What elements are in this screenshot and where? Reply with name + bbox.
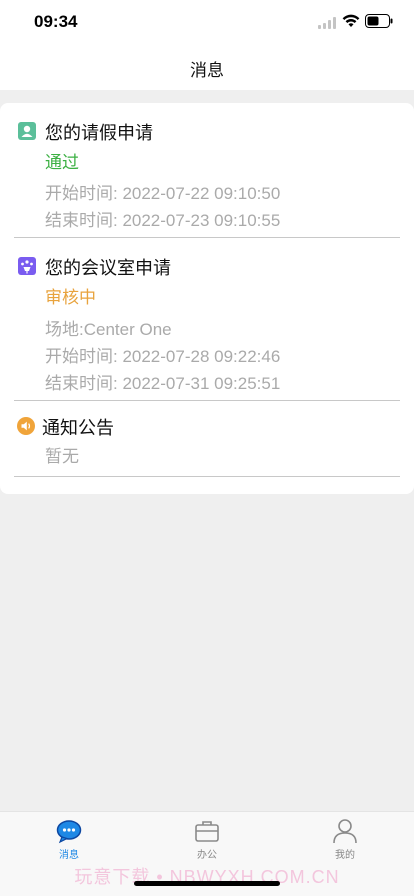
person-icon	[333, 819, 357, 844]
tab-messages-label: 消息	[59, 850, 79, 861]
notice-content: 暂无	[45, 447, 79, 466]
meeting-end-time: 结束时间: 2022-07-31 09:25:51	[45, 374, 281, 393]
meeting-request-item[interactable]: 您的会议室申请 审核中 场地:Center One 开始时间: 2022-07-…	[14, 238, 400, 401]
leave-request-title: 您的请假申请	[45, 123, 153, 143]
tab-messages[interactable]: 消息	[0, 812, 138, 862]
chat-bubble-icon	[56, 820, 82, 844]
status-time: 09:34	[34, 12, 78, 31]
page-title: 消息	[190, 61, 224, 80]
briefcase-icon	[195, 821, 219, 842]
tab-office-label: 办公	[197, 850, 217, 861]
person-badge-icon	[18, 122, 36, 140]
meeting-start-time: 开始时间: 2022-07-28 09:22:46	[45, 347, 281, 366]
battery-icon	[365, 14, 393, 28]
speaker-icon	[17, 417, 35, 435]
wifi-icon	[342, 14, 360, 27]
meeting-status: 审核中	[45, 288, 96, 307]
nav-bar: 消息	[0, 44, 414, 90]
tab-mine[interactable]: 我的	[276, 812, 414, 862]
leave-start-time: 开始时间: 2022-07-22 09:10:50	[45, 184, 281, 203]
tab-office[interactable]: 办公	[138, 812, 276, 862]
notice-title: 通知公告	[42, 418, 114, 438]
message-card: 您的请假申请 通过 开始时间: 2022-07-22 09:10:50 结束时间…	[0, 103, 414, 494]
leave-request-item[interactable]: 您的请假申请 通过 开始时间: 2022-07-22 09:10:50 结束时间…	[14, 103, 400, 238]
meeting-request-title: 您的会议室申请	[45, 258, 171, 278]
leave-status: 通过	[45, 153, 79, 172]
status-bar: 09:34	[0, 0, 414, 44]
home-indicator	[134, 881, 280, 886]
meeting-room-icon	[18, 257, 36, 275]
tab-mine-label: 我的	[335, 850, 355, 861]
leave-end-time: 结束时间: 2022-07-23 09:10:55	[45, 211, 281, 230]
notice-item[interactable]: 通知公告 暂无	[14, 401, 400, 477]
meeting-venue: 场地:Center One	[45, 320, 172, 339]
signal-icon	[318, 17, 336, 29]
